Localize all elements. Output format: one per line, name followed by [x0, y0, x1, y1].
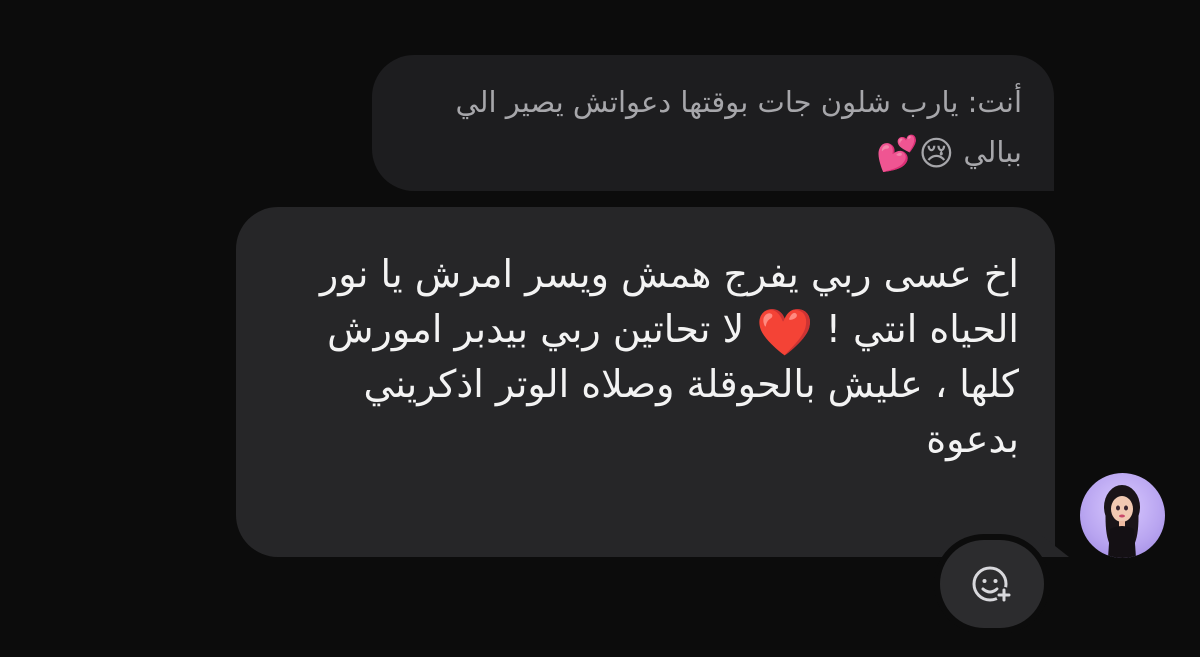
message-text: اخ عسى ربي يفرج همش ويسر امرش يا نور الح…: [259, 247, 1019, 467]
two-hearts-icon: 💕: [876, 134, 919, 174]
reply-preview-text: أنت: يارب شلون جات بوقتها دعواتش يصير ال…: [422, 77, 1022, 177]
chat-screen: أنت: يارب شلون جات بوقتها دعواتش يصير ال…: [0, 0, 1200, 657]
add-reaction-icon: [972, 566, 1012, 603]
crying-face-icon: 😢: [918, 134, 955, 174]
avatar[interactable]: [1080, 473, 1165, 558]
add-reaction-button[interactable]: [940, 540, 1044, 628]
message-bubble[interactable]: اخ عسى ربي يفرج همش ويسر امرش يا نور الح…: [236, 207, 1069, 557]
reply-preview-bubble[interactable]: أنت: يارب شلون جات بوقتها دعواتش يصير ال…: [372, 55, 1054, 191]
red-heart-icon: ❤️: [756, 304, 814, 359]
avatar-doll-icon: [1104, 485, 1140, 558]
bubble-tail: [1041, 535, 1069, 557]
